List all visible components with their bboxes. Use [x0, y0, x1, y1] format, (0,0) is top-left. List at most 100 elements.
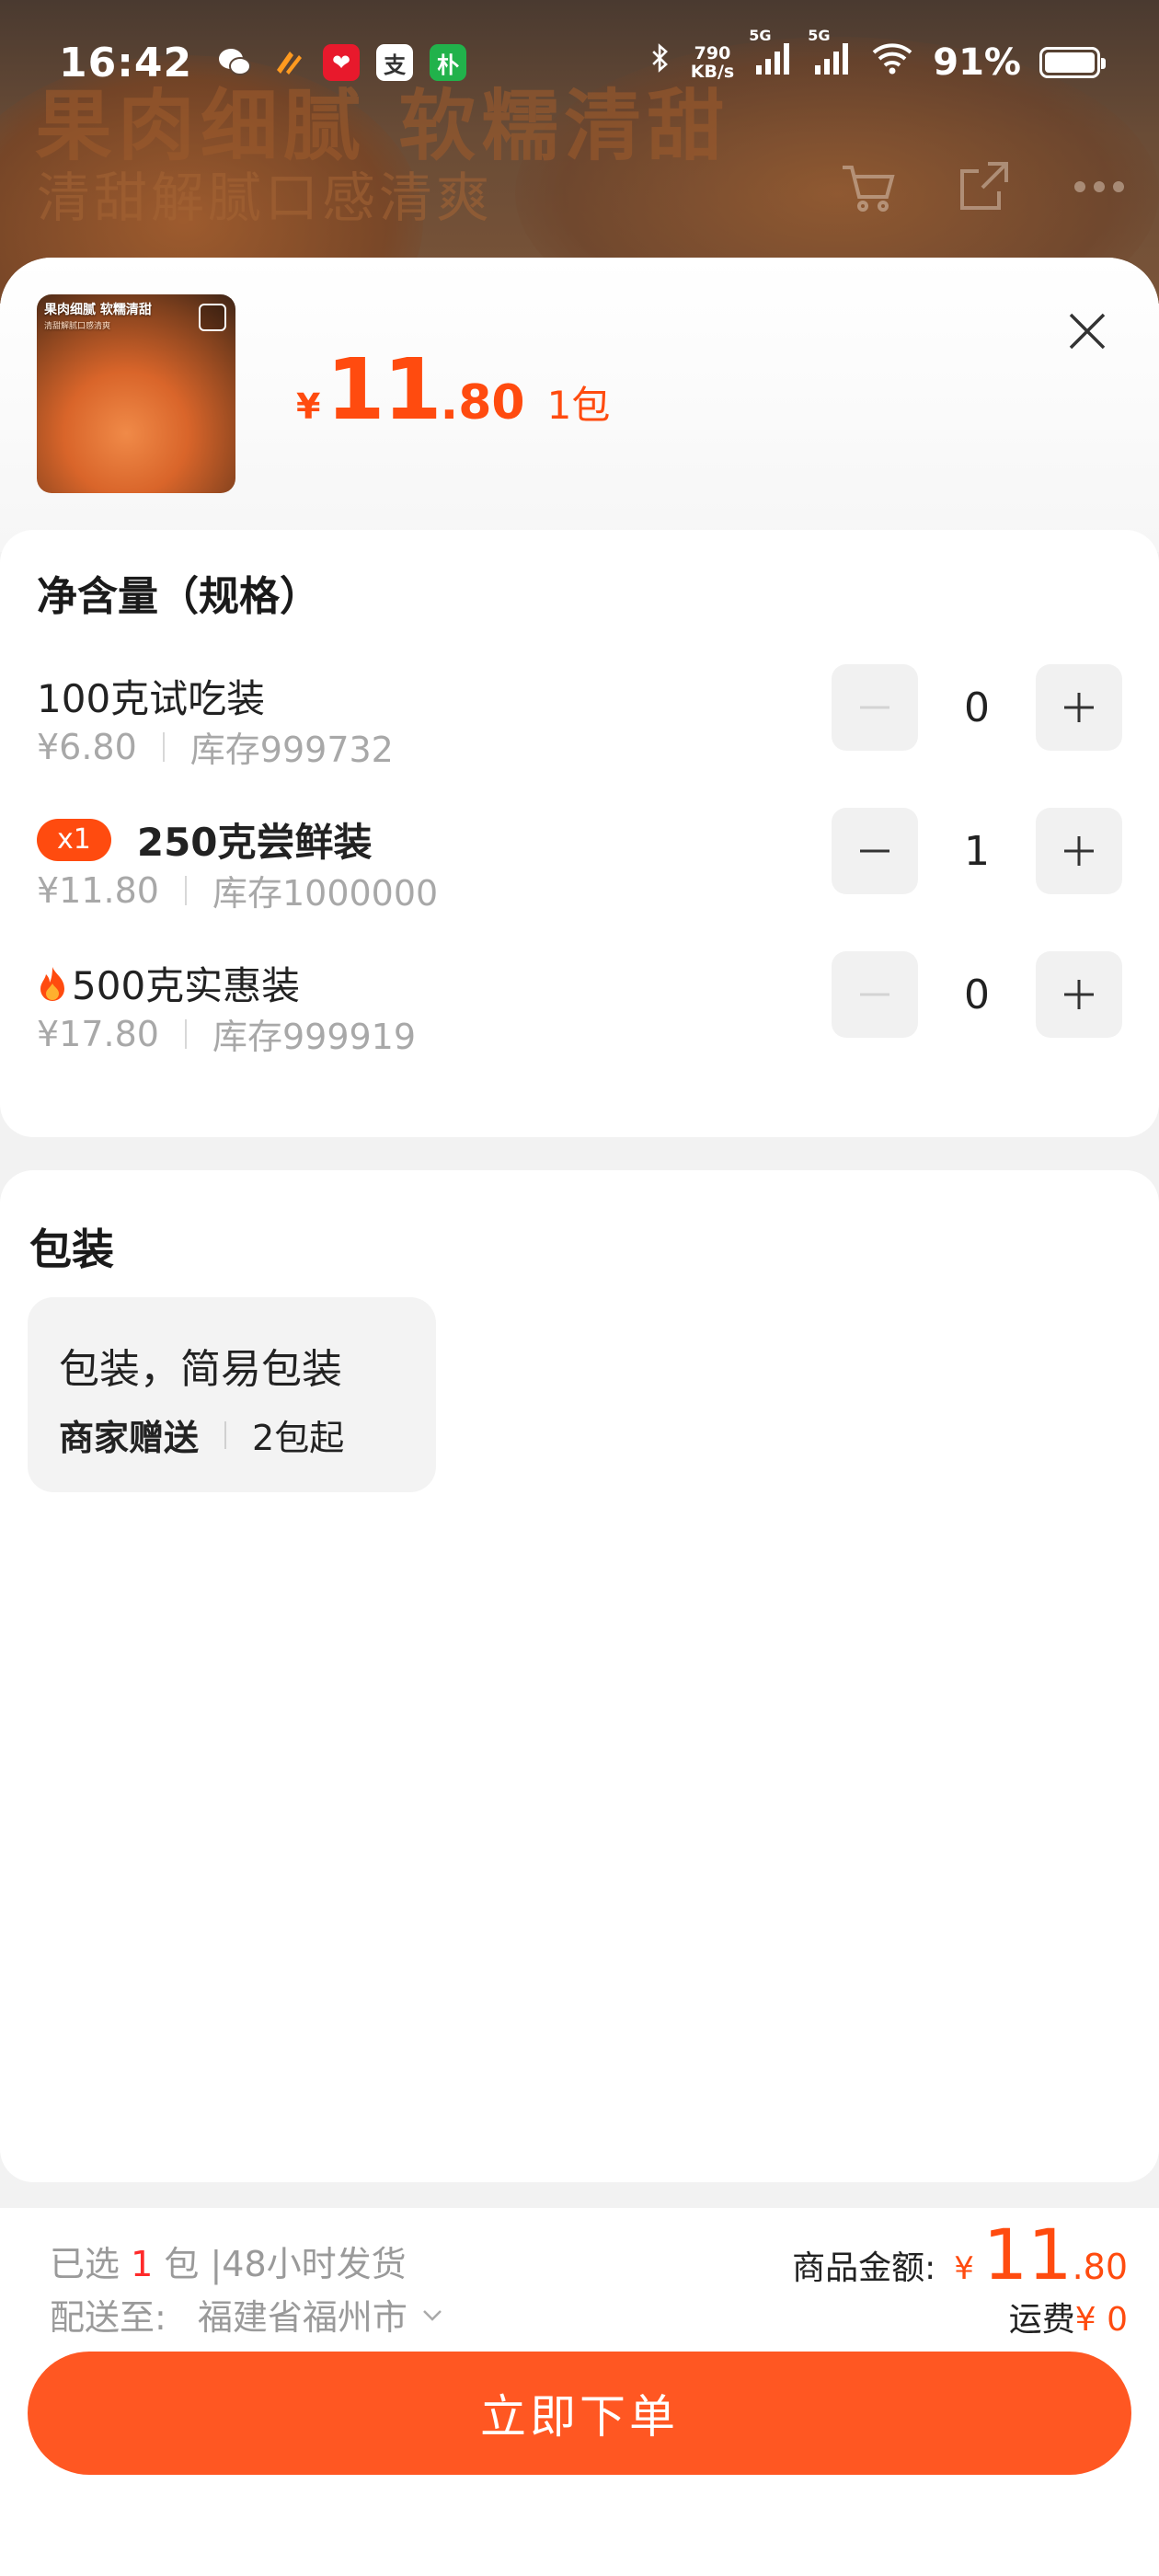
total-integer: 11 [982, 2214, 1073, 2295]
packaging-section: 包装 包装，简易包装 商家赠送 2包起 [0, 1170, 1159, 2182]
thumbnail-title: 果肉细腻 软糯清甜 [44, 303, 152, 317]
status-time: 16:42 [59, 39, 193, 86]
divider [184, 1018, 187, 1049]
quantity-stepper: 0 [832, 951, 1122, 1038]
packaging-gift-tag: 商家赠送 [59, 1418, 200, 1458]
spec-meta: ¥6.80 库存999732 [37, 721, 394, 772]
total-decimal: .80 [1072, 2247, 1128, 2287]
status-right: 790 KB/s 5G 5G 91% [648, 27, 1106, 86]
packaging-title: 包装 [29, 1225, 114, 1274]
quantity-value[interactable]: 1 [918, 828, 1036, 875]
checkout-bar: 已选 1 包 |48小时发货 配送至: 福建省福州市 商品金额: ¥ 11 .8… [0, 2208, 1159, 2576]
spec-name: 500克实惠装 [37, 955, 300, 1011]
network-speed-unit: KB/s [690, 62, 735, 82]
delivery-address-value: 福建省福州市 [197, 2297, 407, 2338]
price-currency: ¥ [296, 386, 321, 427]
place-order-button[interactable]: 立即下单 [28, 2352, 1131, 2475]
network-speed-value: 790 [694, 43, 731, 63]
spec-meta: ¥11.80 库存1000000 [37, 865, 438, 915]
spec-name: 100克试吃装 [37, 676, 266, 721]
close-button[interactable] [1061, 305, 1113, 357]
close-icon [1069, 313, 1106, 350]
increase-button[interactable] [1036, 808, 1122, 894]
spec-meta: ¥17.80 库存999919 [37, 1008, 416, 1059]
packaging-option-name: 包装，简易包装 [59, 1346, 342, 1393]
shipping-fee-label: 运费 [1008, 2301, 1075, 2339]
spec-name: x1 250克尝鲜装 [37, 811, 373, 868]
delivery-label: 配送至: [50, 2297, 166, 2338]
app-orange-icon [270, 44, 306, 81]
shipping-fee-value: ¥ 0 [1074, 2301, 1128, 2339]
thumbnail-caption: 果肉细腻 软糯清甜 清甜解腻口感清爽 [44, 302, 152, 335]
background-subline: 清甜解腻口感清爽 [37, 167, 494, 229]
product-price: ¥ 11 .80 1包 [296, 340, 610, 439]
increase-button[interactable] [1036, 664, 1122, 751]
total-amount: 商品金额: ¥ 11 .80 [792, 2214, 1128, 2295]
packaging-option[interactable]: 包装，简易包装 商家赠送 2包起 [28, 1297, 436, 1492]
status-bar: 16:42 ❤ 支 朴 790 KB/s 5G 5G 91% [0, 0, 1159, 125]
net2-label: 5G [808, 27, 831, 44]
spec-price: ¥17.80 [37, 1013, 159, 1054]
spec-name-text: 250克尝鲜装 [136, 820, 373, 865]
shipping-fee: 运费¥ 0 [1009, 2293, 1128, 2340]
spec-row-250g[interactable]: x1 250克尝鲜装 ¥11.80 库存1000000 1 [37, 808, 1122, 915]
price-integer: 11 [326, 340, 442, 439]
selected-count: 1 [131, 2244, 154, 2284]
delivery-address[interactable]: 配送至: 福建省福州市 [50, 2289, 446, 2340]
price-decimal: .80 [440, 375, 525, 431]
app-red-icon: ❤ [323, 44, 361, 81]
wechat-icon [216, 44, 253, 81]
status-app-icons: ❤ 支 朴 [216, 44, 467, 81]
sheet-header: 果肉细腻 软糯清甜 清甜解腻口感清爽 ¥ 11 .80 1包 [0, 258, 1159, 552]
spec-name-text: 500克实惠装 [72, 963, 301, 1008]
plus-icon [1064, 693, 1094, 722]
bluetooth-icon [648, 41, 672, 84]
more-icon [1067, 155, 1131, 219]
share-icon [951, 155, 1016, 219]
plus-icon [1064, 980, 1094, 1009]
minus-icon [860, 849, 889, 853]
divider [162, 731, 165, 762]
decrease-button[interactable] [832, 808, 918, 894]
thumbnail-subtitle: 清甜解腻口感清爽 [44, 322, 111, 331]
wifi-icon [870, 40, 914, 86]
quantity-value[interactable]: 0 [918, 684, 1036, 731]
spec-stock: 库存999732 [189, 730, 394, 770]
quantity-value[interactable]: 0 [918, 972, 1036, 1018]
total-currency: ¥ [954, 2250, 974, 2287]
price-unit: 1包 [546, 383, 611, 428]
battery-icon [1039, 47, 1106, 78]
spec-row-100g[interactable]: 100克试吃装 ¥6.80 库存999732 0 [37, 664, 1122, 772]
spec-row-500g[interactable]: 500克实惠装 ¥17.80 库存999919 0 [37, 951, 1122, 1059]
selected-prefix: 已选 [50, 2244, 120, 2284]
selected-count-badge: x1 [37, 818, 111, 861]
expand-icon[interactable] [199, 304, 226, 331]
battery-percent: 91% [933, 41, 1021, 84]
packaging-min-qty: 2包起 [252, 1418, 345, 1458]
divider [224, 1420, 227, 1449]
spec-price: ¥11.80 [37, 869, 159, 911]
total-label: 商品金额: [792, 2249, 936, 2287]
network-speed: 790 KB/s [691, 44, 734, 81]
app-green-icon: 朴 [430, 44, 467, 81]
divider [184, 875, 187, 905]
plus-icon [1064, 836, 1094, 866]
decrease-button[interactable] [832, 664, 918, 751]
product-thumbnail[interactable]: 果肉细腻 软糯清甜 清甜解腻口感清爽 [37, 294, 235, 493]
spec-stock: 库存1000000 [212, 873, 439, 914]
spec-section: 净含量（规格） 100克试吃装 ¥6.80 库存999732 0 x1 250克… [0, 530, 1159, 1137]
background-actions [835, 155, 1131, 219]
signal-1-icon: 5G [749, 27, 793, 86]
minus-icon [860, 993, 889, 996]
minus-icon [860, 706, 889, 709]
spec-stock: 库存999919 [212, 1017, 417, 1057]
hot-fire-icon [40, 966, 64, 1001]
increase-button[interactable] [1036, 951, 1122, 1038]
quantity-stepper: 0 [832, 664, 1122, 751]
signal-2-icon: 5G [808, 27, 852, 86]
selected-suffix: 包 |48小时发货 [164, 2244, 407, 2284]
alipay-icon: 支 [376, 44, 414, 81]
decrease-button[interactable] [832, 951, 918, 1038]
packaging-option-meta: 商家赠送 2包起 [59, 1409, 344, 1460]
quantity-stepper: 1 [832, 808, 1122, 894]
